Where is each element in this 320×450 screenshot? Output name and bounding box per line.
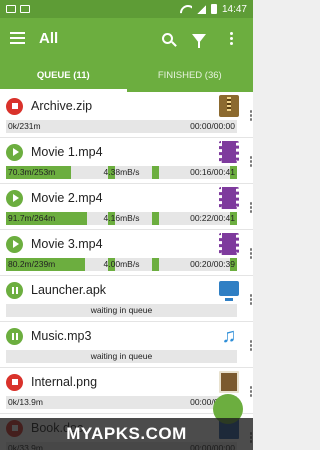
progress-time: 00:22/00:41 (190, 213, 235, 223)
more-vert-icon[interactable] (249, 110, 252, 121)
filter-icon (192, 33, 206, 48)
progress-bar: 0k/231m 00:00/00:00 (6, 120, 237, 133)
play-icon (12, 148, 19, 156)
film-icon (219, 187, 239, 209)
film-icon (219, 233, 239, 255)
stop-button[interactable] (6, 373, 23, 391)
film-icon (219, 141, 239, 163)
more-vert-icon[interactable] (249, 156, 252, 167)
monitor-icon (219, 280, 239, 301)
pause-button[interactable] (6, 281, 23, 299)
download-list: Archive.zip 0k/231m 00:00/00:00 Movie 1.… (0, 92, 253, 450)
play-icon (12, 194, 19, 202)
stop-icon (11, 379, 18, 385)
progress-size: 0k/231m (8, 121, 41, 131)
watermark: MYAPKS.COM (0, 418, 253, 450)
download-item[interactable]: Archive.zip 0k/231m 00:00/00:00 (0, 92, 253, 138)
progress-status: waiting in queue (90, 305, 153, 315)
stop-button[interactable] (6, 97, 23, 115)
music-icon: ♫ (221, 325, 237, 347)
image-icon (219, 371, 239, 393)
download-item[interactable]: Music.mp3 ♫ waiting in queue (0, 322, 253, 368)
signal-icon (196, 4, 206, 14)
tab-bar: QUEUE (11) FINISHED (36) (0, 58, 253, 92)
file-name: Movie 1.mp4 (31, 145, 103, 159)
app-title: All (39, 29, 59, 47)
tab-finished[interactable]: FINISHED (36) (127, 58, 254, 92)
more-vert-icon[interactable] (249, 294, 252, 305)
clock: 14:47 (221, 3, 247, 15)
filter-button[interactable] (183, 22, 215, 54)
progress-bar: 91.7m/264m 4.16mB/s 00:22/00:41 (6, 212, 237, 225)
search-button[interactable] (151, 22, 183, 54)
more-vert-icon[interactable] (249, 202, 252, 213)
file-name: Music.mp3 (31, 329, 92, 343)
download-item[interactable]: Movie 3.mp4 80.2m/239m 4.00mB/s 00:20/00… (0, 230, 253, 276)
more-vert-icon[interactable] (249, 248, 252, 259)
progress-bar: waiting in queue (6, 304, 237, 317)
progress-time: 00:16/00:41 (190, 167, 235, 177)
progress-bar: 70.3m/253m 4.38mB/s 00:16/00:41 (6, 166, 237, 179)
progress-time: 00:20/00:39 (190, 259, 235, 269)
play-icon (12, 240, 19, 248)
play-button[interactable] (6, 143, 23, 161)
stop-icon (11, 103, 18, 109)
tab-queue[interactable]: QUEUE (11) (0, 58, 127, 92)
play-button[interactable] (6, 189, 23, 207)
pause-button[interactable] (6, 327, 23, 345)
menu-icon[interactable] (10, 32, 25, 44)
notification-icon (20, 5, 30, 13)
download-item[interactable]: Movie 1.mp4 70.3m/253m 4.38mB/s 00:16/00… (0, 138, 253, 184)
progress-bar: 0k/13.9m 00:00/00:00 (6, 396, 237, 409)
file-name: Launcher.apk (31, 283, 107, 297)
search-icon (161, 32, 173, 44)
pause-icon (11, 332, 18, 340)
more-vert-icon (229, 31, 233, 45)
more-vert-icon[interactable] (249, 386, 252, 397)
file-name: Archive.zip (31, 99, 93, 113)
status-bar: 14:47 (0, 0, 253, 18)
download-item[interactable]: Movie 2.mp4 91.7m/264m 4.16mB/s 00:22/00… (0, 184, 253, 230)
app-bar: All (0, 18, 253, 58)
progress-bar: waiting in queue (6, 350, 237, 363)
more-vert-icon[interactable] (249, 340, 252, 351)
overflow-menu-button[interactable] (215, 22, 247, 54)
progress-size: 0k/13.9m (8, 397, 43, 407)
play-button[interactable] (6, 235, 23, 253)
file-name: Movie 2.mp4 (31, 191, 103, 205)
file-name: Movie 3.mp4 (31, 237, 103, 251)
battery-icon (210, 4, 217, 14)
progress-time: 00:00/00:00 (190, 121, 235, 131)
download-item[interactable]: Launcher.apk waiting in queue (0, 276, 253, 322)
file-name: Internal.png (31, 375, 98, 389)
progress-bar: 80.2m/239m 4.00mB/s 00:20/00:39 (6, 258, 237, 271)
zip-icon (219, 95, 239, 117)
notification-icon (6, 5, 16, 13)
pause-icon (11, 286, 18, 294)
wifi-icon (180, 5, 192, 14)
progress-status: waiting in queue (90, 351, 153, 361)
